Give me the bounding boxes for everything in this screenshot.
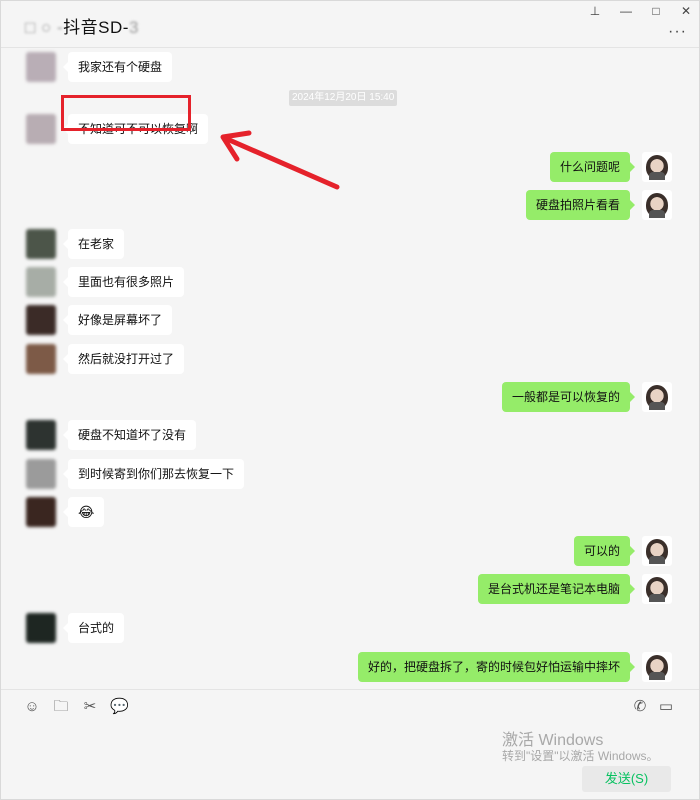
message-bubble[interactable]: 可以的: [573, 536, 636, 566]
maximize-button[interactable]: □: [646, 3, 666, 19]
message-row: 里面也有很多照片: [1, 267, 699, 297]
message-row: 我家还有个硬盘: [1, 52, 699, 82]
message-row: 到时候寄到你们那去恢复一下: [1, 459, 699, 489]
message-bubble[interactable]: 什么问题呢: [549, 152, 636, 182]
message-row: 好的，把硬盘拆了，寄的时候包好怕运输中摔坏: [1, 652, 699, 682]
message-bubble[interactable]: 台式的: [62, 613, 125, 643]
title-blurred-prefix: □ ○ -: [25, 18, 64, 37]
contact-avatar[interactable]: [26, 497, 56, 527]
title-text: 抖音SD-: [63, 18, 129, 37]
message-bubble[interactable]: 是台式机还是笔记本电脑: [477, 574, 636, 604]
message-bubble[interactable]: 里面也有很多照片: [62, 267, 185, 297]
send-button[interactable]: 发送(S): [582, 766, 671, 792]
message-row: 一般都是可以恢复的: [1, 382, 699, 412]
close-button[interactable]: ✕: [676, 3, 696, 19]
message-bubble[interactable]: 然后就没打开过了: [62, 344, 185, 374]
message-bubble[interactable]: 到时候寄到你们那去恢复一下: [62, 459, 245, 489]
message-bubble[interactable]: 硬盘不知道坏了没有: [62, 420, 197, 450]
contact-avatar[interactable]: [26, 267, 56, 297]
message-row: 好像是屏幕坏了: [1, 305, 699, 335]
contact-avatar[interactable]: [26, 229, 56, 259]
message-row: 硬盘拍照片看看: [1, 190, 699, 220]
message-bubble[interactable]: 好的，把硬盘拆了，寄的时候包好怕运输中摔坏: [357, 652, 636, 682]
pin-icon: ⊥: [589, 4, 601, 18]
minimize-button[interactable]: —: [616, 3, 636, 19]
contact-avatar[interactable]: [26, 114, 56, 144]
my-avatar[interactable]: [642, 152, 672, 182]
message-bubble[interactable]: 好像是屏幕坏了: [62, 305, 173, 335]
message-row: 台式的: [1, 613, 699, 643]
more-options-button[interactable]: ···: [668, 23, 687, 41]
contact-avatar[interactable]: [26, 344, 56, 374]
my-avatar[interactable]: [642, 382, 672, 412]
close-icon: ✕: [680, 4, 692, 18]
contact-avatar[interactable]: [26, 420, 56, 450]
my-avatar[interactable]: [642, 652, 672, 682]
my-avatar[interactable]: [642, 574, 672, 604]
message-row: 可以的: [1, 536, 699, 566]
my-avatar[interactable]: [642, 536, 672, 566]
title-blurred-suffix: 3: [128, 18, 139, 37]
input-toolbar: ☺ 🗀 ✂ 💬 ✆ ▭: [1, 689, 699, 724]
video-call-icon[interactable]: ▭: [657, 698, 675, 716]
chat-history-icon[interactable]: 💬: [110, 698, 129, 716]
annotation-highlight-box: [61, 95, 191, 131]
emoji-icon[interactable]: ☺: [23, 698, 41, 716]
contact-avatar[interactable]: [26, 613, 56, 643]
contact-avatar[interactable]: [26, 305, 56, 335]
annotation-arrow-icon: [220, 130, 340, 190]
message-row: 硬盘不知道坏了没有: [1, 420, 699, 450]
minimize-icon: —: [620, 4, 632, 18]
screenshot-scissors-icon[interactable]: ✂: [81, 698, 99, 716]
chat-title: □ ○ -抖音SD-3: [25, 13, 139, 38]
message-row: 然后就没打开过了: [1, 344, 699, 374]
message-bubble[interactable]: 硬盘拍照片看看: [525, 190, 636, 220]
chat-window: □ ○ -抖音SD-3 ⊥ — □ ✕ ··· 2024年12月20日 15:4…: [0, 0, 700, 800]
pin-button[interactable]: ⊥: [585, 3, 605, 19]
message-bubble[interactable]: 在老家: [62, 229, 125, 259]
voice-call-icon[interactable]: ✆: [631, 698, 649, 716]
message-list[interactable]: 2024年12月20日 15:40 我家还有个硬盘 不知道可不可以恢复啊 什么问题呢…: [1, 47, 699, 687]
title-bar: □ ○ -抖音SD-3 ⊥ — □ ✕ ···: [1, 1, 699, 48]
message-bubble[interactable]: 我家还有个硬盘: [62, 52, 173, 82]
windows-activation-hint: 转到"设置"以激活 Windows。: [502, 749, 659, 763]
maximize-icon: □: [652, 4, 660, 18]
my-avatar[interactable]: [642, 190, 672, 220]
contact-avatar[interactable]: [26, 459, 56, 489]
folder-icon[interactable]: 🗀: [52, 698, 70, 716]
message-bubble[interactable]: 😂: [62, 497, 105, 527]
message-row: 😂: [1, 497, 699, 527]
message-row: 什么问题呢: [1, 152, 699, 182]
message-row: 是台式机还是笔记本电脑: [1, 574, 699, 604]
message-bubble[interactable]: 一般都是可以恢复的: [501, 382, 636, 412]
contact-avatar[interactable]: [26, 52, 56, 82]
timestamp: 2024年12月20日 15:40: [289, 90, 398, 106]
message-row: 在老家: [1, 229, 699, 259]
